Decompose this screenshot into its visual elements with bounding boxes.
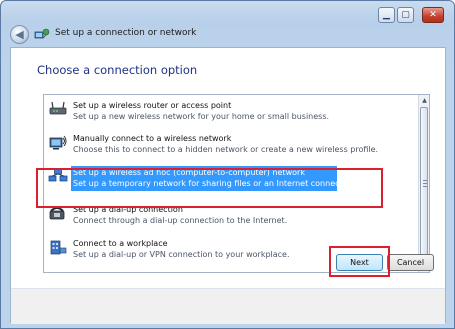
back-arrow-icon[interactable]: ◀ <box>10 25 29 44</box>
option-description: Choose this to connect to a hidden netwo… <box>73 145 379 154</box>
list-scrollbar[interactable]: ▲ ▼ <box>418 95 429 272</box>
router-icon <box>49 101 67 115</box>
annotation-highlight-next <box>329 246 390 277</box>
workplace-icon <box>50 240 67 255</box>
option-manual-wireless[interactable]: Manually connect to a wireless network C… <box>44 129 419 163</box>
navigation-bar: ◀ Set up a connection or network <box>1 23 454 47</box>
grip-line <box>423 186 427 187</box>
option-description: Set up a dial-up or VPN connection to yo… <box>73 250 290 259</box>
minimize-icon[interactable]: ▁ <box>378 7 395 23</box>
grip-line <box>423 180 427 181</box>
scroll-up-icon[interactable]: ▲ <box>419 95 429 106</box>
footer-bar <box>11 289 445 324</box>
wireless-computer-icon <box>49 135 67 150</box>
title-bar: ▁ ▢ ✕ <box>1 1 454 23</box>
maximize-icon[interactable]: ▢ <box>397 7 414 23</box>
close-icon[interactable]: ✕ <box>422 7 444 23</box>
option-title: Set up a wireless router or access point <box>73 101 232 110</box>
option-description: Connect through a dial-up connection to … <box>73 216 288 225</box>
page-title: Choose a connection option <box>37 63 198 77</box>
option-wireless-router[interactable]: Set up a wireless router or access point… <box>44 96 419 130</box>
option-title: Manually connect to a wireless network <box>73 134 232 143</box>
annotation-highlight-adhoc <box>36 168 383 208</box>
scroll-thumb[interactable] <box>420 107 428 260</box>
cancel-button[interactable]: Cancel <box>387 254 434 271</box>
grip-line <box>423 183 427 184</box>
network-icon <box>34 28 50 39</box>
dialog-window: ▁ ▢ ✕ ◀ Set up a connection or network C… <box>0 0 455 329</box>
window-title: Set up a connection or network <box>55 28 197 38</box>
option-description: Set up a new wireless network for your h… <box>73 112 330 121</box>
option-title: Connect to a workplace <box>73 239 168 248</box>
